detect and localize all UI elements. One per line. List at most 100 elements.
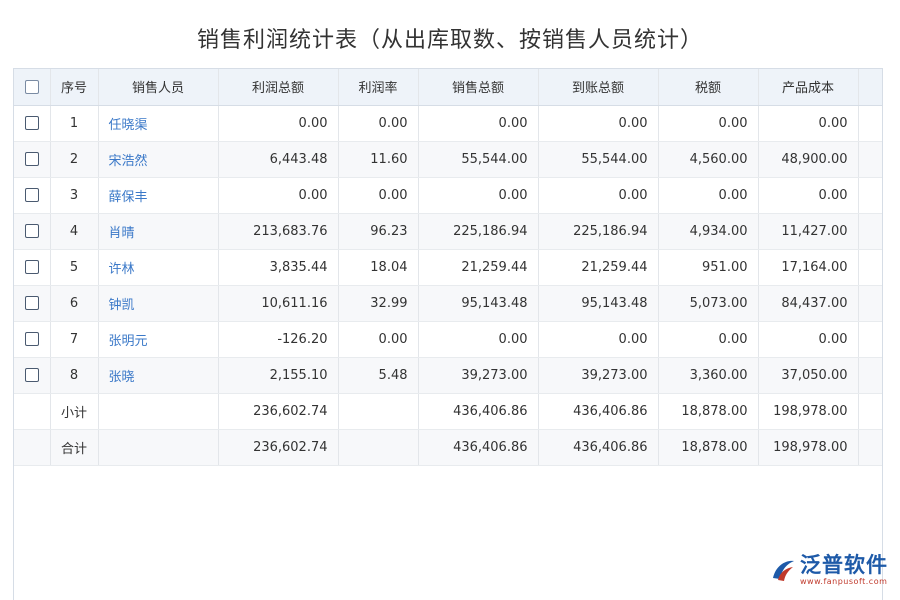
salesperson-link[interactable]: 张明元 — [98, 321, 218, 357]
header-tax[interactable]: 税额 — [658, 69, 758, 105]
subtotal-cost: 198,978.00 — [758, 393, 858, 429]
table-row[interactable]: 4肖晴213,683.7696.23225,186.94225,186.944,… — [14, 213, 883, 249]
cell-seq: 5 — [50, 249, 98, 285]
cell-profit-rate: 96.23 — [338, 213, 418, 249]
header-profit-rate[interactable]: 利润率 — [338, 69, 418, 105]
cell-product-cost: 0.00 — [758, 321, 858, 357]
cell-product-cost: 48,900.00 — [758, 141, 858, 177]
table-row[interactable]: 6钟凯10,611.1632.9995,143.4895,143.485,073… — [14, 285, 883, 321]
header-received-total[interactable]: 到账总额 — [538, 69, 658, 105]
table-row[interactable]: 5许林3,835.4418.0421,259.4421,259.44951.00… — [14, 249, 883, 285]
cell-seq: 8 — [50, 357, 98, 393]
cell-extra — [858, 213, 883, 249]
row-checkbox[interactable] — [25, 296, 39, 310]
cell-extra — [858, 105, 883, 141]
salesperson-link[interactable]: 薛保丰 — [98, 177, 218, 213]
cell-profit-total: 2,155.10 — [218, 357, 338, 393]
cell-profit-rate: 18.04 — [338, 249, 418, 285]
cell-product-cost: 11,427.00 — [758, 213, 858, 249]
salesperson-link[interactable]: 肖晴 — [98, 213, 218, 249]
table-row[interactable]: 8张晓2,155.105.4839,273.0039,273.003,360.0… — [14, 357, 883, 393]
select-all-checkbox[interactable] — [25, 80, 39, 94]
row-checkbox[interactable] — [25, 188, 39, 202]
table-row[interactable]: 7张明元-126.200.000.000.000.000.00 — [14, 321, 883, 357]
total-cost: 198,978.00 — [758, 429, 858, 465]
header-profit-total[interactable]: 利润总额 — [218, 69, 338, 105]
select-all-header[interactable] — [14, 69, 50, 105]
total-label: 合计 — [50, 429, 98, 465]
cell-seq: 1 — [50, 105, 98, 141]
cell-sales-total: 225,186.94 — [418, 213, 538, 249]
subtotal-label: 小计 — [50, 393, 98, 429]
row-checkbox[interactable] — [25, 260, 39, 274]
header-product-cost[interactable]: 产品成本 — [758, 69, 858, 105]
row-checkbox[interactable] — [25, 332, 39, 346]
cell-received-total: 0.00 — [538, 105, 658, 141]
summary-blank — [98, 393, 218, 429]
cell-tax: 951.00 — [658, 249, 758, 285]
table-row[interactable]: 3薛保丰0.000.000.000.000.000.00 — [14, 177, 883, 213]
cell-tax: 0.00 — [658, 105, 758, 141]
cell-received-total: 225,186.94 — [538, 213, 658, 249]
cell-profit-rate: 5.48 — [338, 357, 418, 393]
cell-sales-total: 39,273.00 — [418, 357, 538, 393]
subtotal-sales: 436,406.86 — [418, 393, 538, 429]
salesperson-link[interactable]: 钟凯 — [98, 285, 218, 321]
cell-profit-total: 0.00 — [218, 105, 338, 141]
cell-tax: 3,360.00 — [658, 357, 758, 393]
row-checkbox[interactable] — [25, 368, 39, 382]
header-sales-total[interactable]: 销售总额 — [418, 69, 538, 105]
cell-product-cost: 84,437.00 — [758, 285, 858, 321]
total-sales: 436,406.86 — [418, 429, 538, 465]
salesperson-link[interactable]: 张晓 — [98, 357, 218, 393]
brand-name: 泛普软件 — [800, 554, 888, 576]
header-seq[interactable]: 序号 — [50, 69, 98, 105]
cell-product-cost: 37,050.00 — [758, 357, 858, 393]
cell-seq: 7 — [50, 321, 98, 357]
fanpu-logo-icon — [770, 557, 796, 583]
cell-tax: 5,073.00 — [658, 285, 758, 321]
cell-profit-rate: 0.00 — [338, 105, 418, 141]
row-checkbox[interactable] — [25, 152, 39, 166]
header-salesperson[interactable]: 销售人员 — [98, 69, 218, 105]
subtotal-row: 小计236,602.74436,406.86436,406.8618,878.0… — [14, 393, 883, 429]
cell-extra — [858, 249, 883, 285]
cell-extra — [858, 177, 883, 213]
cell-sales-total: 0.00 — [418, 177, 538, 213]
row-select-cell[interactable] — [14, 249, 50, 285]
cell-extra — [858, 321, 883, 357]
cell-sales-total: 0.00 — [418, 105, 538, 141]
cell-seq: 6 — [50, 285, 98, 321]
cell-profit-total: 6,443.48 — [218, 141, 338, 177]
cell-extra — [858, 393, 883, 429]
salesperson-link[interactable]: 宋浩然 — [98, 141, 218, 177]
table-header-row: 序号 销售人员 利润总额 利润率 销售总额 到账总额 税额 产品成本 — [14, 69, 883, 105]
cell-sales-total: 21,259.44 — [418, 249, 538, 285]
profit-table: 序号 销售人员 利润总额 利润率 销售总额 到账总额 税额 产品成本 1任晓渠0… — [14, 69, 883, 466]
cell-sales-total: 0.00 — [418, 321, 538, 357]
row-select-cell[interactable] — [14, 105, 50, 141]
row-select-cell[interactable] — [14, 213, 50, 249]
row-select-cell[interactable] — [14, 321, 50, 357]
row-select-cell[interactable] — [14, 285, 50, 321]
subtotal-profit: 236,602.74 — [218, 393, 338, 429]
summary-blank — [338, 429, 418, 465]
salesperson-link[interactable]: 任晓渠 — [98, 105, 218, 141]
row-checkbox[interactable] — [25, 224, 39, 238]
summary-blank — [98, 429, 218, 465]
row-select-cell[interactable] — [14, 177, 50, 213]
cell-profit-total: -126.20 — [218, 321, 338, 357]
table-row[interactable]: 2宋浩然6,443.4811.6055,544.0055,544.004,560… — [14, 141, 883, 177]
subtotal-tax: 18,878.00 — [658, 393, 758, 429]
salesperson-link[interactable]: 许林 — [98, 249, 218, 285]
row-select-cell[interactable] — [14, 141, 50, 177]
summary-blank — [14, 429, 50, 465]
cell-seq: 2 — [50, 141, 98, 177]
cell-profit-total: 213,683.76 — [218, 213, 338, 249]
cell-extra — [858, 285, 883, 321]
table-row[interactable]: 1任晓渠0.000.000.000.000.000.00 — [14, 105, 883, 141]
cell-received-total: 0.00 — [538, 177, 658, 213]
row-select-cell[interactable] — [14, 357, 50, 393]
row-checkbox[interactable] — [25, 116, 39, 130]
page-title: 销售利润统计表（从出库取数、按销售人员统计） — [0, 22, 900, 54]
